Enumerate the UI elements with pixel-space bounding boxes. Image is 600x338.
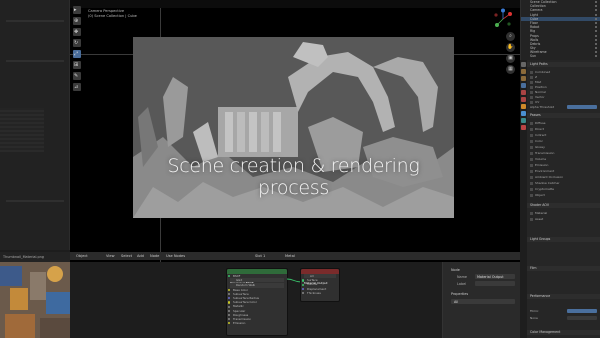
viewport-title: Camera Perspective (88, 9, 125, 13)
timeline-header: Object View Select Add Node Use Nodes Sl… (70, 252, 520, 260)
toolbar: ▸ ⊕ ✥ ↻ ⤢ ⊞ ✎ ⊿ (73, 6, 83, 106)
props-section[interactable]: Passes (527, 113, 600, 118)
scene-tab-icon[interactable] (521, 90, 526, 95)
pass-checkbox: Combined (530, 70, 550, 74)
pass-checkbox: Transmission (530, 151, 554, 155)
overlay-caption: Scene creation & rendering process (167, 155, 420, 199)
target-select[interactable]: All (451, 299, 515, 304)
properties-title: Properties (451, 292, 469, 296)
field-label: Filmic (530, 309, 539, 313)
sidebar-section-title: Node (451, 268, 460, 272)
pass-checkbox: Z (530, 75, 537, 79)
navigation-gizmo-icon[interactable] (492, 8, 514, 30)
camera-icon[interactable]: ▣ (506, 54, 515, 63)
view-transform-field[interactable] (567, 309, 597, 313)
props-section[interactable]: Light Paths (527, 62, 600, 67)
rotate-icon[interactable]: ↻ (73, 39, 81, 47)
pass-checkbox: Direct (530, 127, 544, 131)
field-label: Alpha Threshold (530, 105, 555, 109)
pass-checkbox: Normal (530, 90, 546, 94)
label-label: Label (457, 282, 467, 286)
move-icon[interactable]: ✥ (73, 28, 81, 36)
pass-checkbox: Diffuse (530, 121, 546, 125)
pass-checkbox: Cryptomatte (530, 187, 554, 191)
look-field[interactable] (567, 316, 597, 320)
pass-checkbox: Vector (530, 95, 545, 99)
divider (6, 60, 64, 62)
divider (6, 200, 64, 202)
pass-checkbox: Position (530, 85, 547, 89)
menu-object[interactable]: Object (76, 254, 88, 258)
props-section[interactable]: Light Groups (527, 237, 600, 242)
props-section[interactable]: Film (527, 266, 600, 271)
thumbnail-image (0, 252, 70, 338)
world-tab-icon[interactable] (521, 97, 526, 102)
modifier-tab-icon[interactable] (521, 111, 526, 116)
properties-tabs (520, 60, 527, 338)
image-preview-panel (0, 108, 44, 152)
props-section[interactable]: Color Management (527, 330, 600, 335)
menu-add[interactable]: Add (137, 254, 144, 258)
render-tab-icon[interactable] (521, 69, 526, 74)
node-sidebar: Node Name Material Output Label Properti… (442, 262, 520, 338)
pass-checkbox: Indirect (530, 133, 546, 137)
material-output-node[interactable]: Material Output All Surface Volume Displ… (300, 268, 340, 302)
pass-checkbox: UV (530, 100, 539, 104)
annotate-icon[interactable]: ✎ (73, 72, 81, 80)
divider (6, 20, 64, 22)
pass-checkbox: Emission (530, 163, 548, 167)
menu-node[interactable]: Node (150, 254, 159, 258)
pass-checkbox: Color (530, 139, 543, 143)
outliner-item[interactable]: Sun (521, 54, 600, 58)
material-selector[interactable]: Metal (285, 254, 295, 258)
pass-checkbox: Material (530, 211, 547, 215)
pass-checkbox: Ambient Occlusion (530, 175, 563, 179)
select-icon[interactable]: ▸ (73, 6, 81, 14)
image-title: Thumbnail_Material.png (3, 255, 44, 259)
alpha-threshold-field[interactable] (567, 105, 597, 109)
viewport-header (70, 0, 520, 8)
node-name-field[interactable]: Material Output (475, 274, 515, 279)
view-layer-tab-icon[interactable] (521, 83, 526, 88)
pass-checkbox: Environment (530, 169, 554, 173)
node-socket-row: Emission (227, 321, 287, 325)
scale-icon[interactable]: ⤢ (73, 50, 81, 58)
use-nodes-toggle[interactable]: Use Nodes (166, 254, 185, 258)
viewport-subtitle: (0) Scene Collection | Cube (88, 14, 137, 18)
pass-checkbox: Shadow Catcher (530, 181, 560, 185)
pass-checkbox: Volume (530, 157, 546, 161)
outliner-panel: Scene Collection Collection Camera Light… (520, 0, 600, 60)
material-tab-icon[interactable] (521, 125, 526, 130)
pass-checkbox: Object (530, 193, 545, 197)
node-socket-row: GGX (230, 278, 284, 283)
cursor-icon[interactable]: ⊕ (73, 17, 81, 25)
slot-selector[interactable]: Slot 1 (255, 254, 265, 258)
menu-view[interactable]: View (106, 254, 115, 258)
object-tab-icon[interactable] (521, 104, 526, 109)
pass-checkbox: Asset (530, 217, 543, 221)
tool-tab-icon[interactable] (521, 62, 526, 67)
thumbnail-preview (0, 252, 70, 338)
name-label: Name (457, 275, 468, 279)
grid-icon[interactable]: ▦ (506, 65, 515, 74)
props-section[interactable]: Shader AOV (527, 203, 600, 208)
measure-icon[interactable]: ⊿ (73, 83, 81, 91)
props-section[interactable]: Performance (527, 294, 600, 299)
principled-bsdf-node[interactable]: Principled BSDF BSDF GGX Random Walk Bas… (226, 268, 288, 336)
node-socket-row: Thickness (301, 291, 339, 295)
pass-checkbox: Glossy (530, 145, 545, 149)
output-tab-icon[interactable] (521, 76, 526, 81)
pass-checkbox: Mist (530, 80, 541, 84)
constraint-tab-icon[interactable] (521, 118, 526, 123)
transform-icon[interactable]: ⊞ (73, 61, 81, 69)
image-editor-header: Thumbnail_Material.png (0, 252, 70, 262)
hand-icon[interactable]: ✋ (506, 43, 515, 52)
node-label-field[interactable] (475, 281, 515, 286)
field-label: None (530, 316, 538, 320)
menu-select[interactable]: Select (121, 254, 132, 258)
zoom-icon[interactable]: ⌕ (506, 32, 515, 41)
